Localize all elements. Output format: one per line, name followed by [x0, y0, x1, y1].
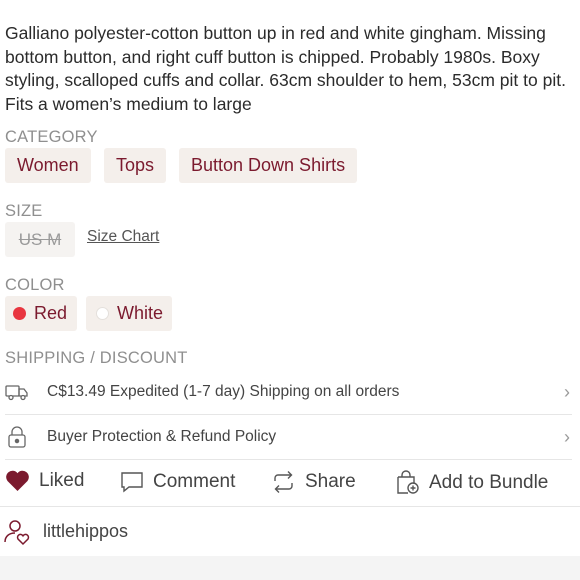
comment-icon — [120, 470, 144, 494]
color-chip-white[interactable]: White — [86, 296, 173, 331]
share-icon — [271, 470, 296, 494]
category-chip-button-down-shirts[interactable]: Button Down Shirts — [179, 148, 358, 183]
size-value: US M — [5, 222, 75, 257]
like-button[interactable]: Liked — [5, 470, 84, 492]
category-chip-tops[interactable]: Tops — [104, 148, 167, 183]
bundle-bag-icon — [395, 470, 420, 495]
comment-button[interactable]: Comment — [120, 470, 235, 494]
share-button[interactable]: Share — [271, 470, 356, 494]
color-chip-label: White — [117, 303, 164, 323]
seller-heart-user-icon — [3, 518, 33, 546]
action-bar: Liked Comment Share Add to Bundle — [0, 462, 580, 506]
share-label: Share — [305, 471, 356, 492]
buyer-protection-row[interactable]: Buyer Protection & Refund Policy › — [5, 415, 572, 460]
category-label: CATEGORY — [5, 128, 98, 146]
add-to-bundle-label: Add to Bundle — [429, 471, 549, 493]
category-chip-women[interactable]: Women — [5, 148, 91, 183]
size-label: SIZE — [5, 202, 43, 220]
chevron-right-icon: › — [564, 381, 570, 402]
lock-icon — [7, 426, 27, 448]
chevron-right-icon: › — [564, 426, 570, 447]
add-to-bundle-button[interactable]: Add to Bundle — [395, 470, 548, 495]
color-label: COLOR — [5, 276, 65, 294]
bottom-divider — [0, 556, 580, 580]
seller-row[interactable]: littlehippos — [0, 506, 580, 556]
red-swatch-icon — [13, 307, 26, 320]
truck-icon — [5, 383, 29, 401]
comment-label: Comment — [153, 471, 236, 492]
seller-username[interactable]: littlehippos — [43, 521, 128, 542]
listing-description: Galliano polyester-cotton button up in r… — [5, 23, 566, 114]
color-chip-red[interactable]: Red — [5, 296, 78, 331]
like-label: Liked — [39, 470, 85, 491]
shipping-label: SHIPPING / DISCOUNT — [5, 349, 188, 367]
size-chart-link[interactable]: Size Chart — [87, 228, 159, 246]
shipping-row[interactable]: C$13.49 Expedited (1-7 day) Shipping on … — [5, 370, 572, 415]
heart-icon — [5, 470, 30, 492]
color-chip-label: Red — [34, 303, 68, 323]
white-swatch-icon — [96, 307, 109, 320]
buyer-protection-text: Buyer Protection & Refund Policy — [47, 428, 277, 445]
shipping-text: C$13.49 Expedited (1-7 day) Shipping on … — [47, 383, 400, 400]
